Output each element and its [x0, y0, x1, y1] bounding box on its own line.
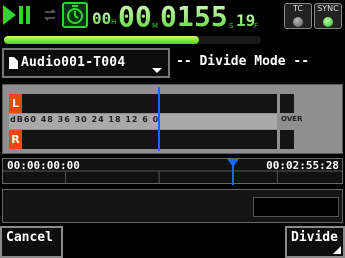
svg-text:H: H	[111, 18, 116, 26]
value-field	[253, 197, 339, 217]
sync-label: SYNC	[317, 4, 339, 13]
divide-position-line	[158, 87, 160, 151]
cancel-button-label: Cancel	[6, 230, 53, 245]
file-icon	[9, 57, 18, 69]
sync-indicator: SYNC	[314, 3, 342, 29]
meter-scale-label: dB60 48 36 30 24 18 12 6 0	[10, 115, 160, 124]
svg-text:M: M	[152, 22, 158, 30]
svg-text:55: 55	[194, 0, 228, 30]
svg-text:00: 00	[92, 9, 111, 28]
over-indicator-left	[280, 94, 294, 113]
over-indicator-right	[280, 130, 294, 149]
meter-scale: dB60 48 36 30 24 18 12 6 0	[9, 114, 277, 129]
tc-led-icon	[293, 17, 303, 27]
progress-fill	[4, 36, 200, 44]
meter-left-channel: L	[9, 94, 277, 113]
status-bar: 00 H 00 M 01 55 S 19 F TC SYNC	[0, 0, 345, 31]
level-meter: L dB60 48 36 30 24 18 12 6 0 R OVER	[2, 84, 343, 154]
cancel-button[interactable]: Cancel	[0, 226, 63, 258]
timeline-start-time: 00:00:00:00	[7, 159, 80, 172]
svg-text:F: F	[254, 22, 258, 30]
tc-indicator: TC	[284, 3, 312, 29]
play-pause-icon	[3, 5, 30, 25]
file-select[interactable]: Audio001-T004	[2, 48, 170, 78]
dropdown-arrow-icon	[152, 68, 162, 73]
sync-led-icon	[323, 17, 333, 27]
svg-text:19: 19	[236, 11, 255, 30]
meter-right-channel: R	[9, 130, 277, 149]
svg-text:S: S	[229, 22, 234, 30]
value-row	[2, 189, 343, 223]
file-name: Audio001-T004	[21, 55, 126, 70]
over-label: OVER	[281, 115, 303, 123]
progress-bar	[4, 36, 261, 44]
divide-button[interactable]: Divide	[285, 226, 345, 258]
divide-button-label: Divide	[291, 230, 338, 245]
svg-text:00: 00	[118, 0, 152, 30]
timeline-bar[interactable]: 00:00:00:00 00:02:55:28	[2, 158, 343, 185]
timeline-end-time: 00:02:55:28	[266, 159, 339, 172]
divide-marker-icon[interactable]	[227, 159, 239, 167]
svg-text:01: 01	[160, 0, 194, 30]
enter-corner-icon	[333, 246, 341, 254]
channel-l-tag: L	[9, 94, 22, 113]
channel-r-tag: R	[9, 130, 22, 149]
mode-title: -- Divide Mode --	[176, 54, 310, 69]
timer-icon	[62, 2, 88, 28]
tc-label: TC	[292, 4, 303, 13]
time-counter: 00 H 00 M 01 55 S 19 F	[92, 0, 258, 30]
loop-icon	[44, 9, 56, 21]
